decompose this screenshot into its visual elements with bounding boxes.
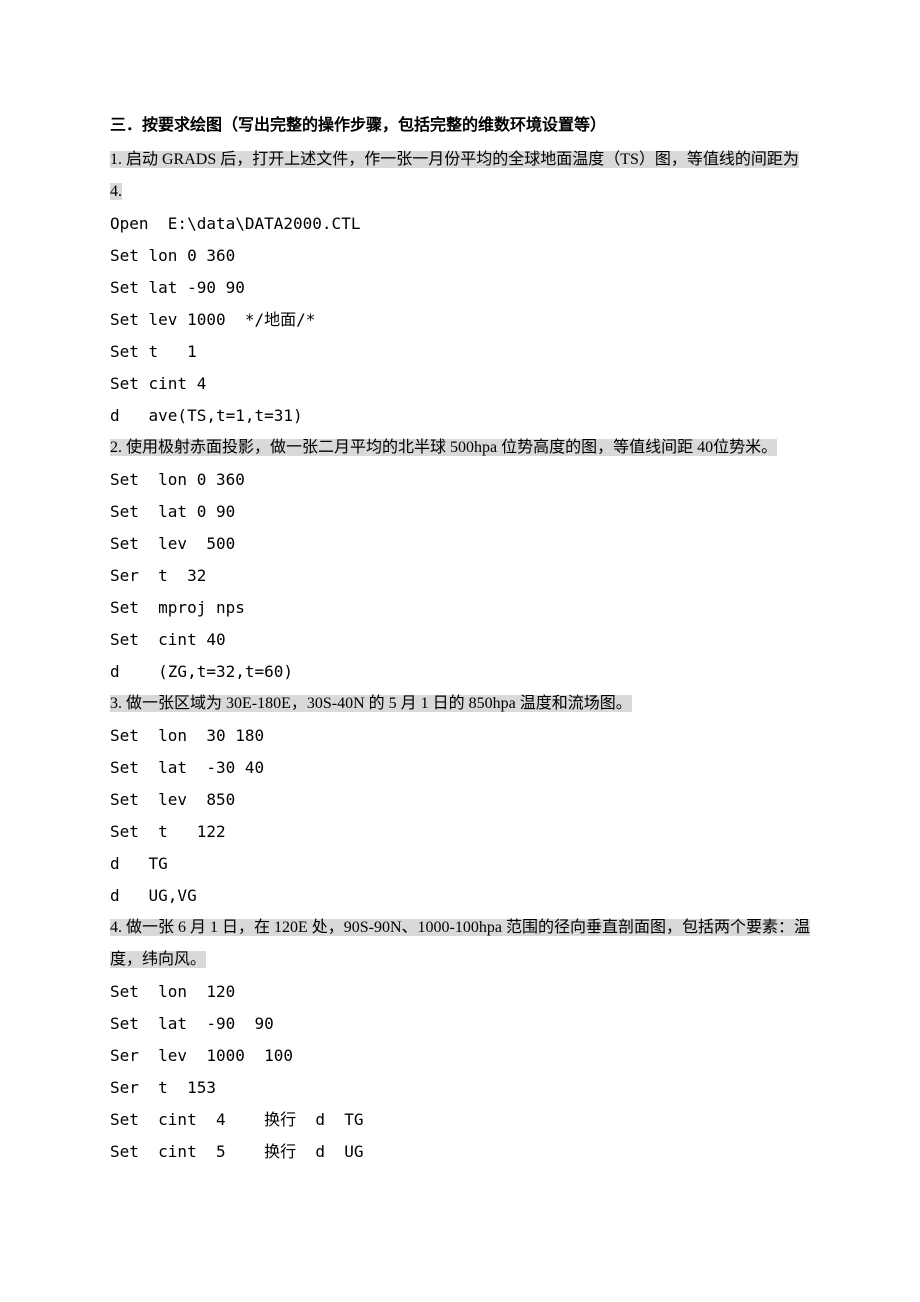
question-text-2: 2. 使用极射赤面投影，做一张二月平均的北半球 500hpa 位势高度的图，等值… — [110, 439, 777, 456]
question-text-3: 3. 做一张区域为 30E-180E，30S-40N 的 5 月 1 日的 85… — [110, 695, 632, 712]
code-line: d TG — [110, 848, 810, 880]
code-line: Set t 122 — [110, 816, 810, 848]
code-line: Set lev 850 — [110, 784, 810, 816]
code-line: d UG,VG — [110, 880, 810, 912]
code-line: Set lat 0 90 — [110, 496, 810, 528]
code-line: Set lat -30 40 — [110, 752, 810, 784]
code-line: Open E:\data\DATA2000.CTL — [110, 208, 810, 240]
code-line: Set cint 4 换行 d TG — [110, 1104, 810, 1136]
code-line: Ser t 32 — [110, 560, 810, 592]
question-block-2: 2. 使用极射赤面投影，做一张二月平均的北半球 500hpa 位势高度的图，等值… — [110, 432, 810, 688]
answer-block-1: Open E:\data\DATA2000.CTL Set lon 0 360 … — [110, 208, 810, 432]
answer-block-4: Set lon 120 Set lat -90 90 Ser lev 1000 … — [110, 976, 810, 1168]
answer-block-3: Set lon 30 180 Set lat -30 40 Set lev 85… — [110, 720, 810, 912]
code-line: Set cint 4 — [110, 368, 810, 400]
code-line: Set lev 1000 */地面/* — [110, 304, 810, 336]
code-line: Set t 1 — [110, 336, 810, 368]
code-line: d (ZG,t=32,t=60) — [110, 656, 810, 688]
question-text-4: 4. 做一张 6 月 1 日，在 120E 处，90S-90N、1000-100… — [110, 919, 810, 968]
code-line: Set mproj nps — [110, 592, 810, 624]
code-line: Set lon 30 180 — [110, 720, 810, 752]
code-line: Set lat -90 90 — [110, 1008, 810, 1040]
section-heading: 三．按要求绘图（写出完整的操作步骤，包括完整的维数环境设置等） — [110, 110, 810, 142]
question-text-1: 1. 启动 GRADS 后，打开上述文件，作一张一月份平均的全球地面温度（TS）… — [110, 151, 799, 200]
code-line: Set lev 500 — [110, 528, 810, 560]
question-block-1: 1. 启动 GRADS 后，打开上述文件，作一张一月份平均的全球地面温度（TS）… — [110, 144, 810, 432]
code-line: Set lon 0 360 — [110, 464, 810, 496]
code-line: Set lon 120 — [110, 976, 810, 1008]
question-block-4: 4. 做一张 6 月 1 日，在 120E 处，90S-90N、1000-100… — [110, 912, 810, 1168]
code-line: d ave(TS,t=1,t=31) — [110, 400, 810, 432]
code-line: Set lat -90 90 — [110, 272, 810, 304]
code-line: Ser t 153 — [110, 1072, 810, 1104]
code-line: Set lon 0 360 — [110, 240, 810, 272]
question-block-3: 3. 做一张区域为 30E-180E，30S-40N 的 5 月 1 日的 85… — [110, 688, 810, 912]
code-line: Set cint 5 换行 d UG — [110, 1136, 810, 1168]
answer-block-2: Set lon 0 360 Set lat 0 90 Set lev 500 S… — [110, 464, 810, 688]
code-line: Ser lev 1000 100 — [110, 1040, 810, 1072]
code-line: Set cint 40 — [110, 624, 810, 656]
